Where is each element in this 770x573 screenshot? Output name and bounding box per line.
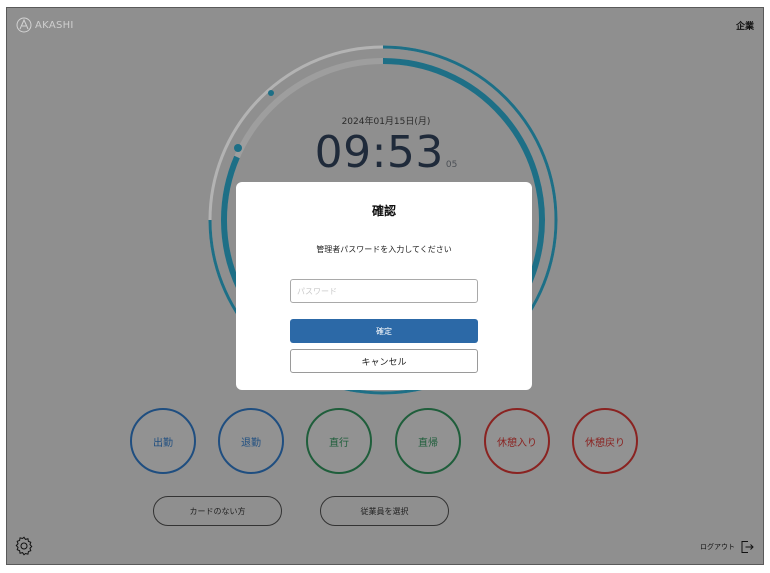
- select-employee-label: 従業員を選択: [360, 506, 409, 516]
- clock-hours-minutes: 09:53: [314, 127, 444, 178]
- clock-seconds: 05: [445, 160, 458, 170]
- direct-go-label: 直行: [329, 437, 349, 449]
- clock-ring-outer-dot: [268, 90, 274, 96]
- break-end-button[interactable]: 休憩戻り: [572, 408, 638, 474]
- confirm-button[interactable]: 確定: [290, 319, 478, 343]
- password-field[interactable]: [290, 279, 478, 303]
- confirm-label: 確定: [376, 326, 392, 336]
- dialog-message: 管理者パスワードを入力してください: [316, 245, 452, 254]
- clock-out-label: 退勤: [241, 437, 261, 449]
- break-start-button[interactable]: 休憩入り: [484, 408, 550, 474]
- clock-date: 2024年01月15日(月): [341, 117, 431, 127]
- confirm-dialog: 確認 管理者パスワードを入力してください 確定 キャンセル: [236, 182, 532, 390]
- logout-label: ログアウト: [700, 543, 735, 551]
- direct-return-label: 直帰: [418, 437, 438, 449]
- logout-icon: [741, 541, 754, 553]
- direct-return-button[interactable]: 直帰: [395, 408, 461, 474]
- logout-button[interactable]: ログアウト: [700, 540, 754, 554]
- dialog-title: 確認: [371, 204, 396, 218]
- direct-go-button[interactable]: 直行: [306, 408, 372, 474]
- clock-out-button[interactable]: 退勤: [218, 408, 284, 474]
- clock-in-button[interactable]: 出勤: [130, 408, 196, 474]
- select-employee-button[interactable]: 従業員を選択: [320, 496, 449, 526]
- kiosk-screen: AKASHI 企業 2024年01月15日(月) 09:53 05 出勤 退勤 直…: [6, 7, 764, 565]
- cancel-button[interactable]: キャンセル: [290, 349, 478, 373]
- no-card-button[interactable]: カードのない方: [153, 496, 282, 526]
- no-card-label: カードのない方: [189, 506, 246, 516]
- clock-time: 09:53 05: [7, 127, 763, 178]
- break-start-label: 休憩入り: [497, 437, 537, 449]
- clock-in-label: 出勤: [153, 437, 173, 449]
- break-end-label: 休憩戻り: [585, 437, 625, 449]
- cancel-label: キャンセル: [361, 357, 407, 368]
- gear-icon[interactable]: [13, 535, 35, 557]
